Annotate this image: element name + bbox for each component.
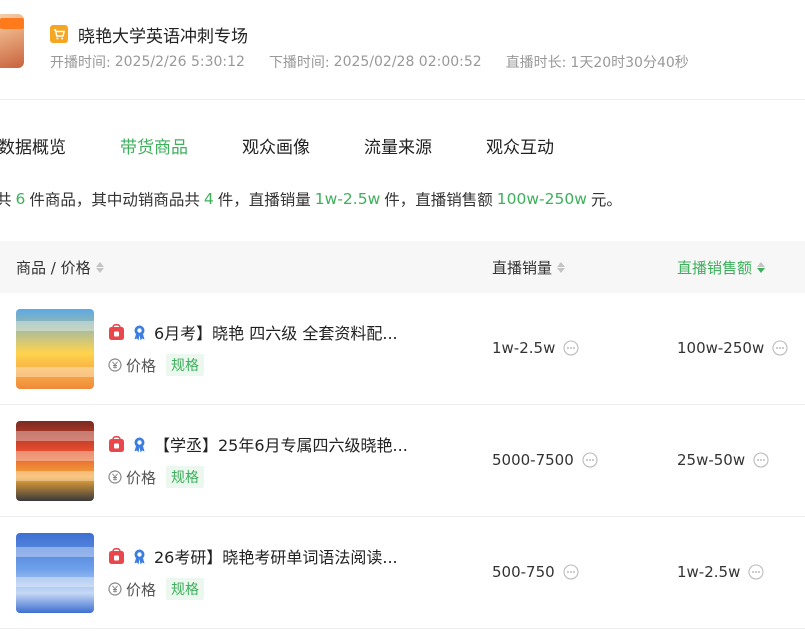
spec-tag[interactable]: 规格 (166, 466, 205, 488)
start-time-value: 2025/2/26 5:30:12 (114, 54, 245, 70)
end-time-value: 2025/02/28 02:00:52 (333, 54, 482, 70)
summary-text: 件商品，其中动销商品共 (29, 191, 200, 209)
store-lock-icon (108, 435, 125, 453)
sales-cell: 1w-2.5w (492, 337, 579, 359)
summary-text: 元。 (590, 191, 622, 209)
sales-value: 1w-2.5w (492, 339, 556, 357)
sort-icon[interactable] (757, 261, 766, 273)
table-row[interactable]: 26考研】晓艳考研单词语法阅读... 价格 规格 500-750 1w-2.5w (0, 517, 805, 629)
product-thumbnail[interactable] (16, 309, 94, 389)
price-label[interactable]: 价格 (126, 579, 156, 600)
sales-value: 5000-7500 (492, 451, 574, 469)
table-row[interactable]: 6月考】晓艳 四六级 全套资料配... 价格 规格 1w-2.5w 100w-2… (0, 293, 805, 405)
revenue-cell: 25w-50w (677, 449, 769, 471)
yuan-circle-icon (108, 470, 122, 484)
ellipsis-circle-icon[interactable] (563, 340, 579, 356)
product-name[interactable]: 6月考】晓艳 四六级 全套资料配... (154, 320, 398, 344)
sort-icon[interactable] (557, 261, 566, 273)
product-name[interactable]: 【学丞】25年6月专属四六级晓艳... (154, 432, 408, 456)
product-name-row[interactable]: 26考研】晓艳考研单词语法阅读... (108, 545, 398, 567)
product-name-row[interactable]: 【学丞】25年6月专属四六级晓艳... (108, 433, 408, 455)
column-label: 直播销量 (492, 258, 553, 277)
tab-traffic-source[interactable]: 流量来源 (364, 133, 432, 158)
tab-audience-profile[interactable]: 观众画像 (242, 133, 310, 158)
ellipsis-circle-icon[interactable] (563, 564, 579, 580)
award-badge-icon (131, 324, 148, 341)
table-header: 商品 / 价格 直播销量 直播销售额 (0, 241, 805, 293)
revenue-cell: 1w-2.5w (677, 561, 764, 583)
sales-cell: 500-750 (492, 561, 579, 583)
product-price-row: 价格 规格 (108, 578, 205, 600)
duration-value: 1天20时30分40秒 (570, 55, 689, 71)
summary-text: 共 (0, 191, 12, 209)
session-meta: 开播时间: 2025/2/26 5:30:12 下播时间: 2025/02/28… (50, 51, 689, 73)
live-revenue-range: 100w-250w (496, 190, 587, 208)
yuan-circle-icon (108, 358, 122, 372)
ellipsis-circle-icon[interactable] (748, 564, 764, 580)
revenue-cell: 100w-250w (677, 337, 788, 359)
product-thumbnail[interactable] (16, 533, 94, 613)
tab-data-overview[interactable]: 数据概览 (0, 133, 66, 158)
sales-cell: 5000-7500 (492, 449, 598, 471)
ellipsis-circle-icon[interactable] (753, 452, 769, 468)
product-price-row: 价格 规格 (108, 466, 205, 488)
column-label: 商品 / 价格 (16, 258, 91, 277)
column-product-price[interactable]: 商品 / 价格 (16, 241, 104, 293)
title-row: 晓艳大学英语冲刺专场 (50, 22, 248, 47)
price-label[interactable]: 价格 (126, 467, 156, 488)
column-live-sales[interactable]: 直播销量 (492, 241, 566, 293)
store-lock-icon (108, 547, 125, 565)
award-badge-icon (131, 436, 148, 453)
spec-tag[interactable]: 规格 (166, 354, 205, 376)
start-time-label: 开播时间: (50, 55, 111, 71)
session-title: 晓艳大学英语冲刺专场 (78, 26, 248, 47)
tab-bar: 数据概览 带货商品 观众画像 流量来源 观众互动 (0, 130, 608, 160)
shopping-cart-icon (50, 25, 68, 43)
product-name[interactable]: 26考研】晓艳考研单词语法阅读... (154, 544, 398, 568)
live-sales-range: 1w-2.5w (314, 190, 381, 208)
ellipsis-circle-icon[interactable] (582, 452, 598, 468)
end-time-label: 下播时间: (268, 55, 330, 71)
streamer-avatar (0, 14, 24, 68)
spec-tag[interactable]: 规格 (166, 578, 205, 600)
sort-icon[interactable] (95, 261, 104, 273)
live-session-header: 晓艳大学英语冲刺专场 开播时间: 2025/2/26 5:30:12 下播时间:… (0, 0, 805, 100)
price-label[interactable]: 价格 (126, 355, 156, 376)
table-row[interactable]: 【学丞】25年6月专属四六级晓艳... 价格 规格 5000-7500 25w-… (0, 405, 805, 517)
yuan-circle-icon (108, 582, 122, 596)
product-name-row[interactable]: 6月考】晓艳 四六级 全套资料配... (108, 321, 398, 343)
column-label: 直播销售额 (677, 258, 753, 277)
duration-label: 直播时长: (505, 55, 567, 71)
moving-products-count: 4 (203, 190, 214, 208)
summary-text: 件，直播销量 (217, 191, 311, 209)
product-thumbnail[interactable] (16, 421, 94, 501)
award-badge-icon (131, 548, 148, 565)
column-live-revenue[interactable]: 直播销售额 (677, 241, 766, 293)
tab-audience-interaction[interactable]: 观众互动 (486, 133, 554, 158)
ellipsis-circle-icon[interactable] (772, 340, 788, 356)
revenue-value: 25w-50w (677, 451, 746, 469)
tab-products[interactable]: 带货商品 (120, 133, 188, 158)
total-products-count: 6 (15, 190, 26, 208)
revenue-value: 100w-250w (677, 339, 765, 357)
revenue-value: 1w-2.5w (677, 563, 741, 581)
product-summary: 共 6 件商品，其中动销商品共 4 件，直播销量 1w-2.5w 件，直播销售额… (0, 186, 622, 212)
summary-text: 件，直播销售额 (384, 191, 493, 209)
store-lock-icon (108, 323, 125, 341)
sales-value: 500-750 (492, 563, 555, 581)
product-price-row: 价格 规格 (108, 354, 205, 376)
